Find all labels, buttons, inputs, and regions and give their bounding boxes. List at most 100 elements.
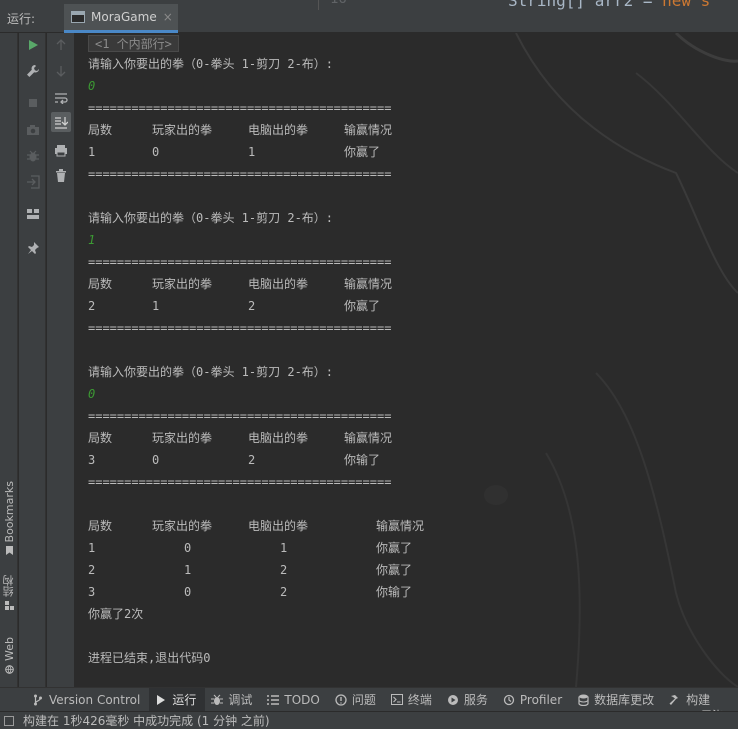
- tab-terminal[interactable]: 终端: [385, 688, 441, 712]
- tab-services[interactable]: 服务: [441, 688, 497, 712]
- problems-icon: [335, 693, 347, 706]
- header-player: 玩家出的拳: [152, 431, 213, 445]
- list-icon: [267, 694, 280, 705]
- tab-profiler[interactable]: Profiler: [497, 688, 571, 712]
- exit-button[interactable]: [23, 172, 43, 192]
- stop-button[interactable]: [23, 93, 43, 113]
- soft-wrap-button[interactable]: [51, 88, 71, 108]
- tab-run[interactable]: 运行: [149, 687, 206, 712]
- globe-icon: [4, 665, 14, 674]
- cell-computer: 2: [248, 453, 256, 467]
- folded-lines[interactable]: <1 个内部行>: [88, 35, 179, 52]
- round-3-separator: ========================================…: [88, 409, 392, 423]
- print-button[interactable]: [51, 140, 71, 160]
- round-1-input: 0: [88, 79, 96, 93]
- console-output[interactable]: <1 个内部行> 请输入你要出的拳（0-拳头 1-剪刀 2-布）: 0 ====…: [76, 33, 738, 687]
- round-2-data-row: 2 1 2 你赢了: [88, 297, 488, 315]
- bookmarks-tab[interactable]: Bookmarks: [0, 481, 18, 556]
- up-button[interactable]: [51, 35, 71, 55]
- pin-icon: [27, 241, 39, 254]
- clear-all-button[interactable]: [51, 165, 71, 185]
- cell-computer: 1: [280, 541, 288, 555]
- printer-icon: [55, 144, 67, 156]
- web-label: Web: [2, 637, 16, 661]
- round-1-data-row: 1 0 1 你赢了: [88, 143, 488, 161]
- tab-close-icon[interactable]: ×: [163, 10, 173, 24]
- tab-label: 运行: [172, 693, 197, 707]
- cell-round: 1: [88, 541, 96, 555]
- wrap-icon: [55, 93, 68, 104]
- edit-config-button[interactable]: [23, 61, 43, 81]
- cell-player: 0: [152, 453, 160, 467]
- bookmarks-label: Bookmarks: [2, 481, 16, 543]
- play-icon: [29, 40, 38, 50]
- tab-label: 终端: [407, 693, 432, 707]
- header-result: 输赢情况: [344, 431, 393, 445]
- tab-label: 构建: [686, 693, 711, 707]
- layout-icon: [27, 209, 39, 219]
- cell-result: 你输了: [344, 453, 381, 467]
- editor-code-line: String[] arr2 = new s: [508, 0, 710, 10]
- cell-computer: 2: [280, 585, 288, 599]
- cell-result: 你赢了: [344, 299, 381, 313]
- round-2-separator-end: ========================================…: [88, 321, 392, 335]
- web-tab[interactable]: Web: [0, 637, 18, 674]
- tab-database-changes[interactable]: 数据库更改: [571, 688, 663, 712]
- hammer-icon: [669, 694, 679, 705]
- summary-row: 1 0 1 你赢了: [88, 539, 508, 557]
- down-button[interactable]: [51, 61, 71, 81]
- round-3-header-row: 局数 玩家出的拳 电脑出的拳 输赢情况: [88, 429, 488, 447]
- header-result: 输赢情况: [344, 123, 393, 137]
- tab-version-control[interactable]: Version Control: [26, 688, 149, 712]
- build-status-text[interactable]: 构建在 1秒426毫秒 中成功完成 (1 分钟 之前): [23, 712, 270, 729]
- scroll-end-icon: [55, 116, 68, 129]
- round-2-prompt: 请输入你要出的拳（0-拳头 1-剪刀 2-布）:: [88, 211, 334, 225]
- header-round: 局数: [88, 431, 113, 445]
- tab-debug[interactable]: 调试: [205, 688, 261, 712]
- tool-windows-toggle-icon[interactable]: [4, 715, 14, 726]
- bug-icon: [211, 694, 224, 705]
- summary-result: 你赢了2次: [88, 607, 144, 621]
- bottom-tool-window-bar: Version Control 运行 调试 TODO 问题 终端 服务 Prof…: [0, 687, 738, 722]
- scroll-to-end-button[interactable]: [51, 112, 71, 132]
- header-round: 局数: [88, 123, 113, 137]
- structure-tab[interactable]: 结构: [0, 575, 18, 610]
- cell-round: 1: [88, 145, 96, 159]
- editor-line-number: 16: [330, 0, 347, 7]
- play-icon: [157, 694, 166, 705]
- header-round: 局数: [88, 519, 113, 533]
- round-1-header-row: 局数 玩家出的拳 电脑出的拳 输赢情况: [88, 121, 488, 139]
- tab-todo[interactable]: TODO: [261, 688, 328, 712]
- header-computer: 电脑出的拳: [248, 519, 309, 533]
- pin-tab-button[interactable]: [23, 237, 43, 257]
- database-icon: [578, 694, 589, 706]
- tab-label: 服务: [463, 693, 488, 707]
- debug-button[interactable]: [23, 146, 43, 166]
- cell-player: 0: [184, 585, 192, 599]
- editor-code-prefix: String[] arr2 =: [508, 0, 663, 10]
- header-result: 输赢情况: [376, 519, 425, 533]
- round-3-prompt: 请输入你要出的拳（0-拳头 1-剪刀 2-布）:: [88, 365, 334, 379]
- camera-icon: [27, 125, 39, 135]
- round-1-separator: ========================================…: [88, 101, 392, 115]
- run-toolbar-primary: [19, 33, 46, 687]
- cell-round: 3: [88, 585, 96, 599]
- structure-label: 结构: [2, 575, 15, 597]
- header-computer: 电脑出的拳: [248, 277, 309, 291]
- cell-computer: 2: [248, 299, 256, 313]
- cell-result: 你赢了: [376, 541, 413, 555]
- terminal-icon: [390, 694, 403, 705]
- run-label: 运行:: [7, 12, 36, 26]
- tab-moragame[interactable]: MoraGame ×: [64, 4, 178, 33]
- branch-icon: [34, 694, 42, 705]
- tab-title: MoraGame: [91, 10, 157, 24]
- profiler-icon: [503, 694, 515, 705]
- tab-problems[interactable]: 问题: [329, 688, 385, 712]
- rerun-button[interactable]: [23, 35, 43, 55]
- tab-label: Version Control: [49, 692, 141, 707]
- header-computer: 电脑出的拳: [248, 123, 309, 137]
- round-1-separator-end: ========================================…: [88, 167, 392, 181]
- layout-button[interactable]: [23, 204, 43, 224]
- header-player: 玩家出的拳: [152, 519, 213, 533]
- dump-threads-button[interactable]: [23, 120, 43, 140]
